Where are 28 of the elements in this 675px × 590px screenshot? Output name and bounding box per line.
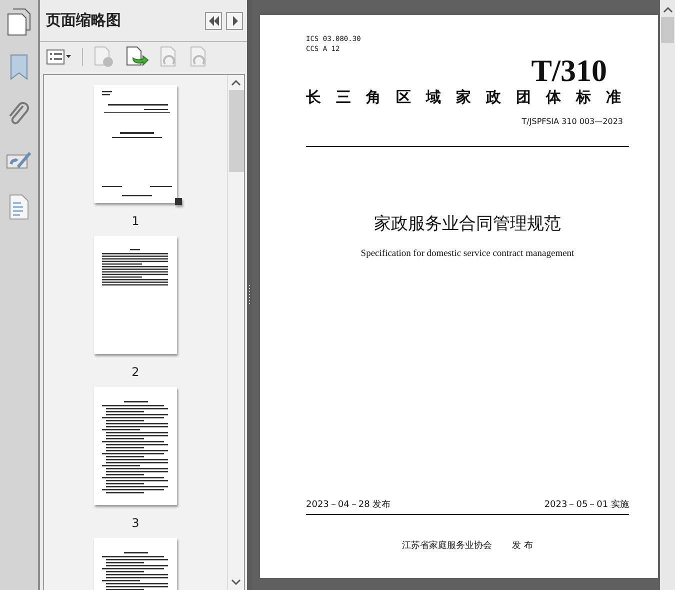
- standard-number: T/JSPFSIA 310 003—2023: [522, 117, 623, 126]
- collapse-button[interactable]: [205, 12, 222, 30]
- issue-date: 2023－04－28 发布: [306, 498, 391, 511]
- panel-title: 页面缩略图: [46, 11, 122, 30]
- publisher: 江苏省家庭服务业协会: [402, 540, 492, 552]
- document-title: 家政服务业合同管理规范: [374, 213, 561, 235]
- scrollbar-thumb[interactable]: [228, 90, 244, 172]
- splitter-grip-icon[interactable]: [248, 285, 251, 305]
- expand-button[interactable]: [226, 12, 243, 30]
- scrollbar-thumb[interactable]: [661, 17, 674, 43]
- standard-logo: T/310: [531, 54, 607, 88]
- pages-icon[interactable]: [6, 8, 32, 36]
- scroll-down-icon[interactable]: [231, 578, 241, 586]
- double-left-arrow-icon: [208, 16, 220, 26]
- right-arrow-icon: [230, 16, 238, 26]
- scroll-up-icon[interactable]: [231, 79, 241, 87]
- page-number: 2: [132, 365, 140, 379]
- publish-label: 发 布: [512, 540, 533, 552]
- standard-series: 长三角区域家政团体标准: [306, 88, 637, 107]
- document-icon[interactable]: [9, 194, 29, 220]
- options-icon[interactable]: [46, 49, 72, 65]
- scroll-up-icon[interactable]: [662, 6, 672, 14]
- effective-date: 2023－05－01 实施: [544, 498, 629, 511]
- page-number: 3: [132, 516, 140, 530]
- insert-page-icon[interactable]: [125, 46, 149, 68]
- document-subtitle: Specification for domestic service contract management: [360, 249, 574, 259]
- page-thumbnail[interactable]: [94, 85, 183, 206]
- page-number: 1: [132, 214, 140, 228]
